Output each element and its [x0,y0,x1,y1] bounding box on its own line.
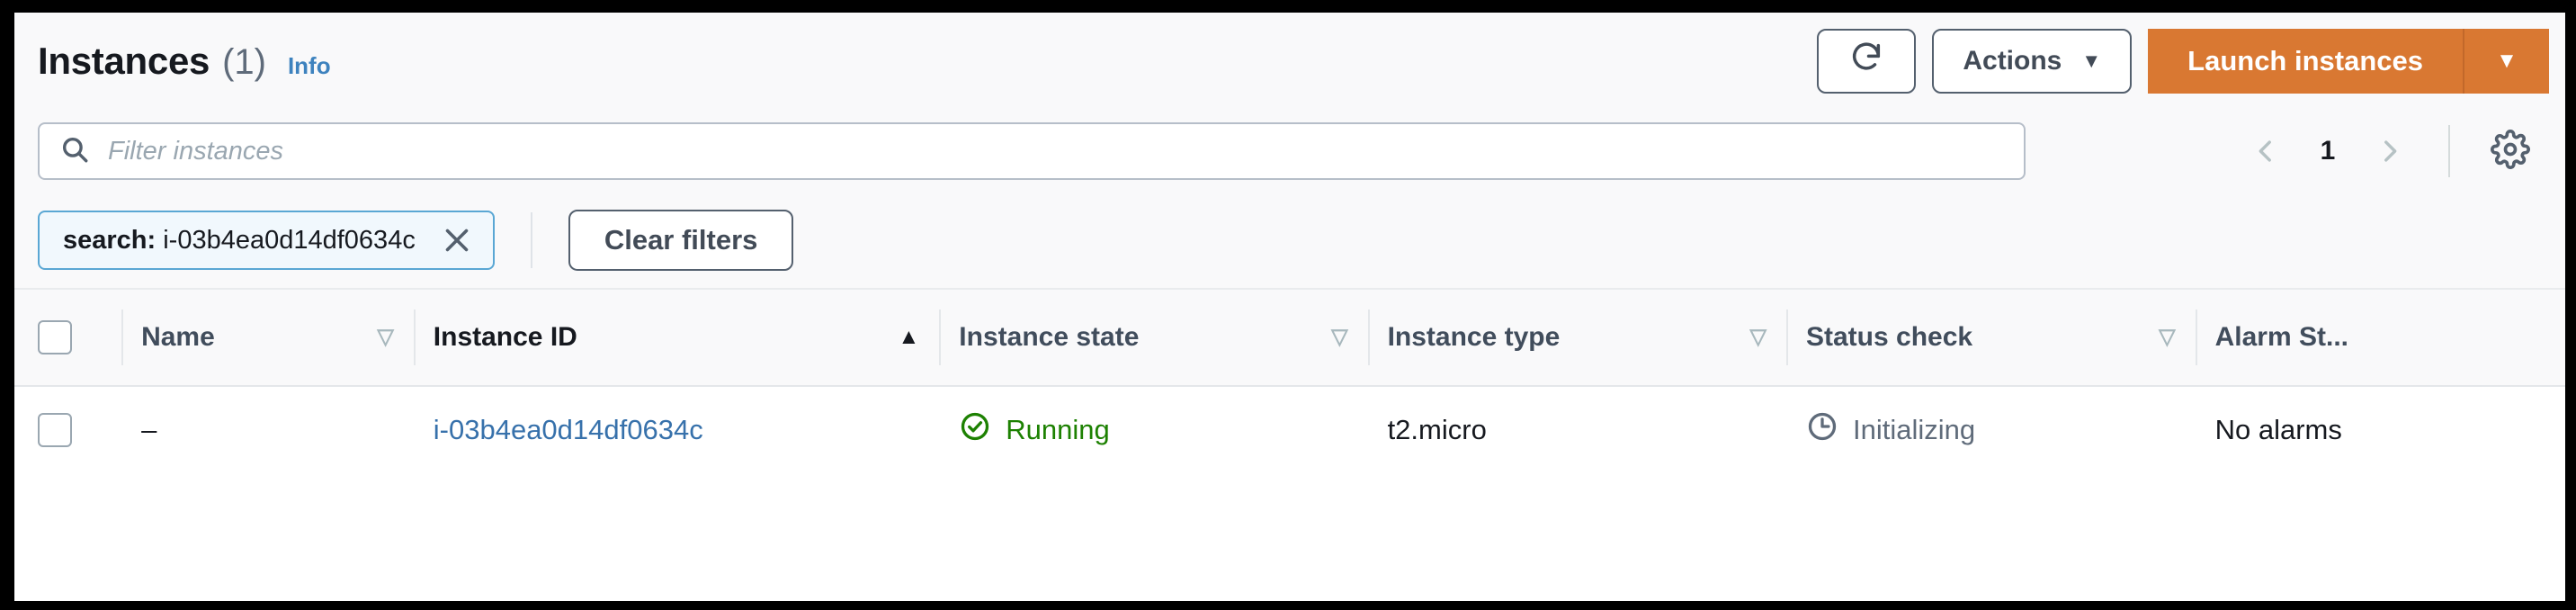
info-link[interactable]: Info [288,52,331,80]
active-filters-row: search: i-03b4ea0d14df0634c Clear filter… [14,193,2565,288]
cell-status-check: Initializing [1786,386,2196,472]
select-all-checkbox[interactable] [38,320,72,354]
name-value: – [141,413,157,445]
filter-divider [530,212,532,268]
column-label: Instance ID [433,322,577,352]
cell-name: – [121,386,414,472]
launch-instances-group: Launch instances ▼ [2148,29,2549,94]
status-positive-icon [959,410,991,450]
sort-icon[interactable]: ▽ [1729,327,1767,348]
chevron-down-icon: ▼ [2081,49,2102,72]
filter-token-label: search: i-03b4ea0d14df0634c [63,226,416,256]
column-header-instance-id[interactable]: Instance ID ▲ [413,290,940,387]
search-placeholder: Filter instances [108,136,284,166]
gear-icon [2491,129,2530,174]
title-block: Instances (1) Info [38,40,331,83]
cell-instance-type: t2.micro [1368,386,1786,472]
sort-icon[interactable]: ▽ [1310,327,1347,348]
launch-instances-dropdown-button[interactable]: ▼ [2463,29,2549,94]
column-label: Alarm St... [2214,322,2348,352]
filter-token-value: i-03b4ea0d14df0634c [163,225,416,255]
instances-table: Name ▽ Instance ID ▲ Instance state ▽ In… [14,290,2565,472]
select-all-header [14,290,122,387]
column-header-instance-type[interactable]: Instance type ▽ [1367,290,1786,387]
sort-icon[interactable]: ▽ [2137,327,2175,348]
cell-instance-state: Running [939,386,1367,472]
page-title: Instances [38,40,210,82]
pagination: 1 [2236,120,2549,183]
pending-clock-icon [1806,410,1838,450]
pagination-prev-button[interactable] [2236,121,2295,181]
title-actions: Actions ▼ Launch instances ▼ [1817,29,2549,94]
table-toolbar: Instances (1) Info Actions ▼ Launch inst… [14,13,2565,290]
sort-icon[interactable]: ▲ [877,327,920,348]
cell-instance-id: i-03b4ea0d14df0634c [414,386,940,472]
refresh-icon [1848,40,1884,83]
pagination-page-1[interactable]: 1 [2301,136,2355,166]
actions-button[interactable]: Actions ▼ [1932,29,2133,94]
filter-token[interactable]: search: i-03b4ea0d14df0634c [38,211,495,270]
column-header-alarm-status[interactable]: Alarm St... [2195,290,2565,387]
launch-instances-button[interactable]: Launch instances [2148,29,2463,94]
title-row: Instances (1) Info Actions ▼ Launch inst… [14,13,2565,110]
instance-id-link[interactable]: i-03b4ea0d14df0634c [434,414,703,446]
cell-alarm-status: No alarms [2196,386,2565,472]
alarm-status-value: No alarms [2214,413,2342,445]
filter-row: Filter instances 1 [14,110,2565,193]
column-header-instance-state[interactable]: Instance state ▽ [939,290,1368,387]
screenshot-frame: Instances (1) Info Actions ▼ Launch inst… [0,0,2576,610]
column-label: Name [141,322,215,352]
close-icon[interactable] [439,222,475,258]
column-label: Instance type [1387,322,1561,352]
preferences-button[interactable] [2479,120,2542,183]
table-head: Name ▽ Instance ID ▲ Instance state ▽ In… [14,290,2565,387]
refresh-button[interactable] [1817,29,1917,94]
search-input[interactable]: Filter instances [38,122,2026,180]
instance-type-value: t2.micro [1387,413,1487,445]
status-check-value: Initializing [1853,413,1976,445]
column-header-name[interactable]: Name ▽ [121,290,414,387]
sort-icon[interactable]: ▽ [355,327,393,348]
actions-label: Actions [1963,46,2062,76]
column-label: Status check [1806,322,1973,352]
column-header-status-check[interactable]: Status check ▽ [1786,290,2196,387]
pagination-next-button[interactable] [2360,121,2419,181]
toolbar-divider [2448,125,2450,177]
table-row[interactable]: – i-03b4ea0d14df0634c Running t2.micro I… [14,386,2565,472]
row-select-cell [14,386,121,472]
table-header-row: Name ▽ Instance ID ▲ Instance state ▽ In… [14,290,2565,387]
instance-count: (1) [222,42,266,82]
column-label: Instance state [959,322,1140,352]
instance-state-value: Running [1006,413,1110,445]
row-checkbox[interactable] [38,412,72,447]
table-body: – i-03b4ea0d14df0634c Running t2.micro I… [14,386,2565,472]
clear-filters-button[interactable]: Clear filters [568,210,794,271]
search-icon [59,134,90,169]
instances-panel: Instances (1) Info Actions ▼ Launch inst… [14,13,2565,601]
filter-token-prefix: search: [63,225,157,255]
chevron-down-icon: ▼ [2496,49,2518,73]
